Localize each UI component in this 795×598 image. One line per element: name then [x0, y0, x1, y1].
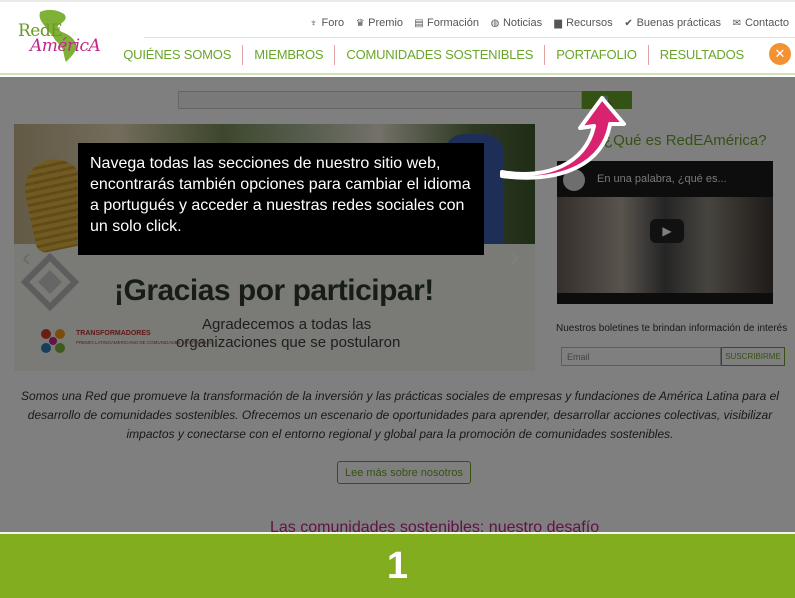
header-divider: [144, 37, 795, 38]
util-item-label: Premio: [368, 17, 404, 29]
tools-icon: ✕: [774, 46, 786, 61]
header-top-line: [0, 0, 795, 2]
torch-icon: ♆: [309, 17, 318, 29]
main-nav: QUIÉNES SOMOS MIEMBROS COMUNIDADES SOSTE…: [112, 45, 755, 65]
nav-resultados[interactable]: RESULTADOS: [649, 45, 755, 65]
tour-tooltip: Navega todas las secciones de nuestro si…: [78, 143, 484, 255]
util-item-label: Foro: [321, 17, 345, 29]
book-icon: ▤: [414, 17, 424, 29]
step-number: 1: [386, 544, 409, 587]
util-item-buenas-practicas[interactable]: ✔ Buenas prácticas: [624, 17, 721, 29]
check-icon: ✔: [624, 17, 633, 29]
nav-comunidades-sostenibles[interactable]: COMUNIDADES SOSTENIBLES: [335, 45, 546, 65]
util-item-foro[interactable]: ♆ Foro: [309, 17, 345, 29]
util-item-recursos[interactable]: ▆ Recursos: [553, 17, 612, 29]
step-indicator: 1: [0, 532, 795, 598]
util-item-label: Noticias: [502, 17, 543, 29]
util-item-premio[interactable]: ♛ Premio: [355, 17, 403, 29]
util-item-label: Formación: [427, 17, 479, 29]
nav-quienes-somos[interactable]: QUIÉNES SOMOS: [112, 45, 244, 65]
util-item-label: Buenas prácticas: [636, 17, 721, 29]
utility-nav: ♆ Foro ♛ Premio ▤ Formación ◍ Noticias ▆ Recu…: [309, 17, 789, 29]
util-item-noticias[interactable]: ◍ Noticias: [490, 17, 543, 29]
envelope-icon: ✉: [732, 17, 742, 29]
nav-miembros[interactable]: MIEMBROS: [243, 45, 336, 65]
util-item-contacto[interactable]: ✉ Contacto: [732, 17, 789, 29]
curved-arrow-icon: [500, 96, 626, 180]
tools-button[interactable]: ✕: [769, 43, 791, 65]
redeamerica-logo[interactable]: RedE AméricA: [16, 8, 101, 64]
util-item-formacion[interactable]: ▤ Formación: [414, 17, 479, 29]
util-item-label: Contacto: [744, 17, 789, 29]
nav-portafolio[interactable]: PORTAFOLIO: [545, 45, 649, 65]
util-item-label: Recursos: [566, 17, 613, 29]
logo-text-america: AméricA: [30, 36, 101, 56]
site-header: RedE AméricA ♆ Foro ♛ Premio ▤ Formación ◍ N…: [0, 0, 795, 75]
folder-icon: ▆: [554, 17, 562, 29]
globe-icon: ◍: [490, 17, 500, 29]
trophy-icon: ♛: [355, 17, 365, 29]
